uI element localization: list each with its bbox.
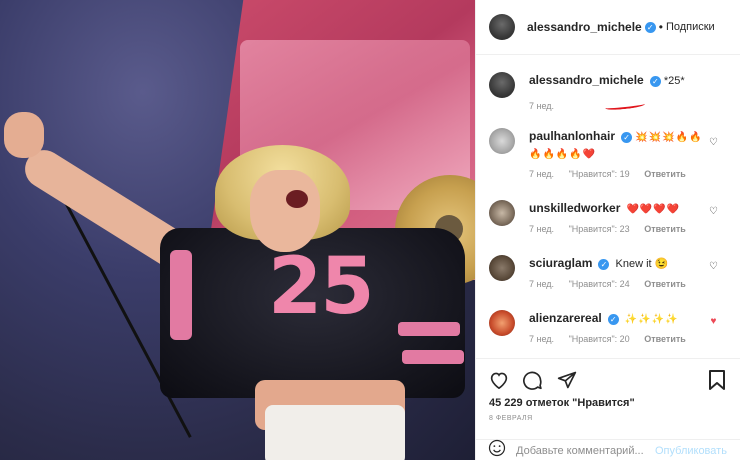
red-underline-annotation xyxy=(604,100,646,112)
post-header: alessandro_michele ✓ • Подписки xyxy=(476,0,740,55)
caption-username[interactable]: alessandro_michele xyxy=(529,73,644,87)
comment-time: 7 нед. xyxy=(529,334,555,344)
caption: alessandro_michele ✓ *25* 7 нед. xyxy=(489,72,729,112)
paper-plane-icon[interactable] xyxy=(556,369,578,391)
post-photo[interactable]: 25 xyxy=(0,0,475,460)
comment-like-icon[interactable]: ♡ xyxy=(708,261,719,272)
reply-button[interactable]: Ответить xyxy=(644,169,686,179)
post-date: 8 ФЕВРАЛЯ xyxy=(489,415,533,422)
verified-badge-icon: ✓ xyxy=(607,313,619,325)
author-avatar[interactable] xyxy=(489,14,515,40)
performer-mouth xyxy=(286,190,308,208)
commenter-avatar[interactable] xyxy=(489,255,515,281)
caption-text: *25* xyxy=(663,75,685,87)
performer-pants xyxy=(265,405,405,460)
author-username[interactable]: alessandro_michele xyxy=(527,20,642,34)
header-separator: • xyxy=(658,20,663,34)
comments-list[interactable]: alessandro_michele ✓ *25* 7 нед. paulhan… xyxy=(476,60,740,358)
comment-input[interactable]: Добавьте комментарий... xyxy=(516,445,644,457)
post-side-panel: alessandro_michele ✓ • Подписки alessand… xyxy=(475,0,740,460)
performer-face xyxy=(250,170,320,252)
verified-badge-icon: ✓ xyxy=(621,131,633,143)
speech-bubble-icon[interactable] xyxy=(522,369,544,391)
comment-text: Knew it 😉 xyxy=(615,258,669,270)
commenter-avatar[interactable] xyxy=(489,200,515,226)
caption-time: 7 нед. xyxy=(529,101,555,111)
commenter-username[interactable]: unskilledworker xyxy=(529,201,620,215)
jersey-sleeve-stripe-right-1 xyxy=(398,322,460,336)
bookmark-icon[interactable] xyxy=(707,369,729,391)
add-comment-bar: Добавьте комментарий... Опубликовать xyxy=(476,439,740,460)
performer-hand xyxy=(4,112,44,158)
commenter-username[interactable]: sciuraglam xyxy=(529,256,592,270)
reply-button[interactable]: Ответить xyxy=(644,334,686,344)
verified-badge-icon: ✓ xyxy=(649,75,661,87)
comment-likes[interactable]: "Нравится": 24 xyxy=(569,279,630,289)
commenter-username[interactable]: alienzarereal xyxy=(529,311,602,325)
comment-item: unskilledworker ❤️❤️❤️❤️ 7 нед. "Нравитс… xyxy=(489,200,729,240)
comment-text: ✨✨✨✨ xyxy=(624,314,679,325)
comment-text: ❤️❤️❤️❤️ xyxy=(626,204,681,215)
author-avatar[interactable] xyxy=(489,72,515,98)
publish-button[interactable]: Опубликовать xyxy=(655,445,727,457)
jersey-sleeve-stripe-right-2 xyxy=(402,350,464,364)
reply-button[interactable]: Ответить xyxy=(644,224,686,234)
comment-like-icon[interactable]: ♡ xyxy=(708,137,719,148)
comment-time: 7 нед. xyxy=(529,169,555,179)
reply-button[interactable]: Ответить xyxy=(644,279,686,289)
verified-badge-icon: ✓ xyxy=(598,258,610,270)
comment-item: sciuraglam ✓ Knew it 😉 7 нед. "Нравится"… xyxy=(489,255,729,295)
comment-like-icon[interactable]: ♡ xyxy=(708,206,719,217)
comment-liked-heart-icon[interactable]: ♥ xyxy=(708,316,719,327)
comment-item: paulhanlonhair ✓ 💥💥💥🔥🔥🔥🔥🔥🔥❤️ 7 нед. "Нра… xyxy=(489,128,729,182)
comment-item: alienzarereal ✓ ✨✨✨✨ 7 нед. "Нравится": … xyxy=(489,310,729,350)
jersey-sleeve-stripe-left xyxy=(170,250,192,340)
comment-likes[interactable]: "Нравится": 20 xyxy=(569,334,630,344)
comment-time: 7 нед. xyxy=(529,224,555,234)
comment-likes[interactable]: "Нравится": 23 xyxy=(569,224,630,234)
heart-outline-icon[interactable] xyxy=(488,369,510,391)
following-button[interactable]: Подписки xyxy=(666,21,715,33)
comment-time: 7 нед. xyxy=(529,279,555,289)
commenter-avatar[interactable] xyxy=(489,128,515,154)
likes-count[interactable]: 45 229 отметок "Нравится" xyxy=(489,397,635,409)
verified-badge-icon: ✓ xyxy=(644,21,656,33)
comment-likes[interactable]: "Нравится": 19 xyxy=(569,169,630,179)
commenter-avatar[interactable] xyxy=(489,310,515,336)
commenter-username[interactable]: paulhanlonhair xyxy=(529,129,615,143)
jersey-number: 25 xyxy=(268,242,375,332)
post-actions: 45 229 отметок "Нравится" 8 ФЕВРАЛЯ Доба… xyxy=(476,358,740,458)
emoji-icon[interactable] xyxy=(488,439,506,460)
